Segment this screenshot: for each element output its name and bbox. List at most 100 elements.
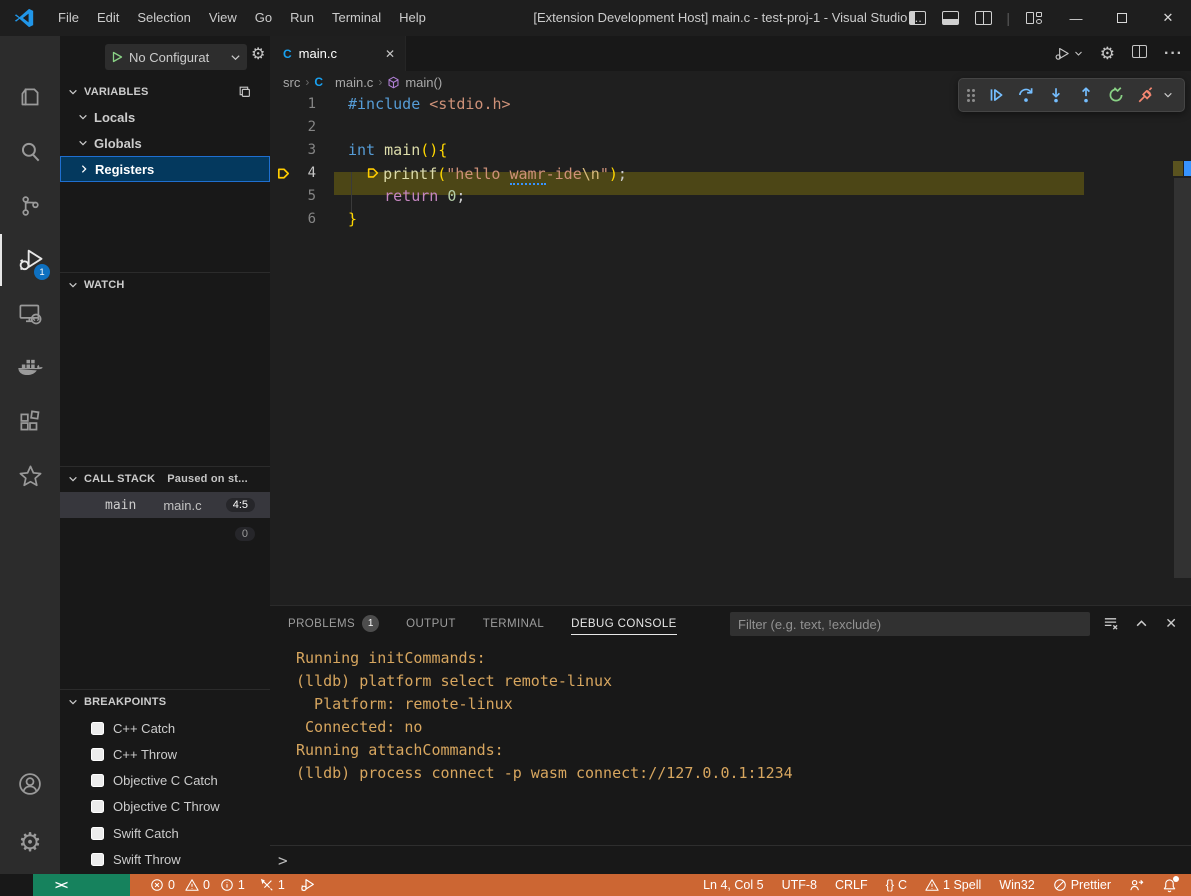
maximize-panel-icon[interactable] xyxy=(1135,617,1148,630)
drag-handle[interactable] xyxy=(967,89,975,102)
debug-console-output[interactable]: Running initCommands: (lldb) platform se… xyxy=(270,641,1191,846)
checkbox[interactable] xyxy=(91,853,104,866)
accounts-icon[interactable] xyxy=(0,758,60,810)
disconnect-icon[interactable] xyxy=(1133,82,1159,108)
customize-layout-icon[interactable] xyxy=(1026,11,1043,25)
scope-locals[interactable]: Locals xyxy=(60,104,270,130)
eol-indicator[interactable]: CRLF xyxy=(835,878,868,892)
debug-gear-icon[interactable]: ⚙ xyxy=(251,47,265,63)
clear-console-icon[interactable] xyxy=(1103,616,1118,631)
breakpoint-swift-throw[interactable]: Swift Throw xyxy=(60,846,270,872)
toolchain-indicator[interactable]: 1 xyxy=(260,878,285,892)
debug-config-dropdown[interactable]: No Configurat xyxy=(105,44,247,70)
problems-summary[interactable]: 0 0 1 xyxy=(150,878,245,892)
line-number[interactable]: 4 xyxy=(296,162,316,185)
docker-icon[interactable] xyxy=(0,342,60,394)
debug-current-line-arrow-icon[interactable] xyxy=(270,162,296,185)
breakpoint-swift-catch[interactable]: Swift Catch xyxy=(60,820,270,846)
menu-terminal[interactable]: Terminal xyxy=(323,0,390,36)
platform-indicator[interactable]: Win32 xyxy=(999,878,1034,892)
breadcrumb-file[interactable]: main.c xyxy=(335,75,373,90)
tab-close-icon[interactable]: ✕ xyxy=(385,47,395,61)
checkbox[interactable] xyxy=(91,774,104,787)
breakpoint-objc-catch[interactable]: Objective C Catch xyxy=(60,767,270,793)
step-over-icon[interactable] xyxy=(1013,82,1039,108)
formatter-status[interactable]: Prettier xyxy=(1053,878,1111,892)
menu-help[interactable]: Help xyxy=(390,0,435,36)
chevron-right-icon: › xyxy=(305,75,309,89)
debug-status-icon[interactable] xyxy=(300,877,316,893)
code-editor[interactable]: 1 #include <stdio.h> 2 3 int main(){ 4 p… xyxy=(270,93,1191,605)
feedback-icon[interactable] xyxy=(1129,878,1144,893)
menu-selection[interactable]: Selection xyxy=(128,0,199,36)
start-debug-icon[interactable] xyxy=(111,51,123,63)
debug-console-input[interactable]: > xyxy=(270,845,1191,874)
toggle-panel-icon[interactable] xyxy=(942,11,959,25)
vertical-scrollbar[interactable] xyxy=(1174,178,1191,578)
line-number[interactable]: 2 xyxy=(296,116,316,139)
copy-icon[interactable] xyxy=(238,85,252,99)
step-into-icon[interactable] xyxy=(1043,82,1069,108)
toggle-sidebar-icon[interactable] xyxy=(909,11,926,25)
run-or-debug-button[interactable] xyxy=(1054,45,1083,62)
minimize-button[interactable]: — xyxy=(1053,0,1099,36)
encoding-indicator[interactable]: UTF-8 xyxy=(782,878,817,892)
stack-frame-row[interactable]: main main.c 4:5 xyxy=(60,492,270,518)
menu-file[interactable]: File xyxy=(49,0,88,36)
more-actions-icon[interactable]: ··· xyxy=(1164,45,1183,63)
menu-edit[interactable]: Edit xyxy=(88,0,128,36)
checkbox[interactable] xyxy=(91,800,104,813)
restart-icon[interactable] xyxy=(1103,82,1129,108)
breadcrumb-symbol[interactable]: main() xyxy=(405,75,442,90)
settings-gear-icon[interactable]: ⚙ xyxy=(0,816,60,868)
console-filter-input[interactable] xyxy=(730,612,1090,636)
maximize-button[interactable] xyxy=(1099,0,1145,36)
chevron-down-icon[interactable] xyxy=(1163,90,1173,100)
explorer-icon[interactable] xyxy=(0,72,60,124)
call-stack-section-header[interactable]: CALL STACK Paused on st... xyxy=(60,466,270,490)
scope-globals[interactable]: Globals xyxy=(60,130,270,156)
split-editor-icon[interactable] xyxy=(1132,45,1147,63)
gear-icon[interactable]: ⚙ xyxy=(1100,45,1115,62)
line-number[interactable]: 5 xyxy=(296,185,316,208)
wamr-star-icon[interactable] xyxy=(0,450,60,502)
step-out-icon[interactable] xyxy=(1073,82,1099,108)
checkbox[interactable] xyxy=(91,722,104,735)
toggle-secondary-sidebar-icon[interactable] xyxy=(975,11,992,25)
language-mode[interactable]: {} C xyxy=(886,878,907,892)
notifications-bell-icon[interactable] xyxy=(1162,878,1177,893)
scope-registers[interactable]: Registers xyxy=(60,156,270,182)
tab-output[interactable]: OUTPUT xyxy=(406,618,456,630)
spell-checker-status[interactable]: 1 Spell xyxy=(925,878,981,892)
menu-go[interactable]: Go xyxy=(246,0,281,36)
tab-main-c[interactable]: C main.c ✕ xyxy=(270,36,406,71)
extensions-icon[interactable] xyxy=(0,396,60,448)
remote-explorer-icon[interactable] xyxy=(0,288,60,340)
console-line: Platform: remote-linux xyxy=(296,693,1191,716)
search-icon[interactable] xyxy=(0,126,60,178)
remote-indicator[interactable]: >< xyxy=(33,874,130,896)
tab-problems[interactable]: PROBLEMS 1 xyxy=(288,615,379,632)
variables-section-header[interactable]: VARIABLES xyxy=(60,80,270,104)
run-and-debug-icon[interactable]: 1 xyxy=(0,234,60,286)
menu-view[interactable]: View xyxy=(200,0,246,36)
watch-section-header[interactable]: WATCH xyxy=(60,272,270,296)
line-number[interactable]: 1 xyxy=(296,93,316,116)
breakpoints-section-header[interactable]: BREAKPOINTS xyxy=(60,689,270,713)
menu-run[interactable]: Run xyxy=(281,0,323,36)
breakpoint-cpp-catch[interactable]: C++ Catch xyxy=(60,715,270,741)
close-panel-icon[interactable]: ✕ xyxy=(1165,615,1177,632)
cursor-position[interactable]: Ln 4, Col 5 xyxy=(703,878,763,892)
checkbox[interactable] xyxy=(91,748,104,761)
line-number[interactable]: 3 xyxy=(296,139,316,162)
close-button[interactable]: ✕ xyxy=(1145,0,1191,36)
continue-icon[interactable] xyxy=(983,82,1009,108)
line-number[interactable]: 6 xyxy=(296,208,316,231)
breakpoint-cpp-throw[interactable]: C++ Throw xyxy=(60,741,270,767)
checkbox[interactable] xyxy=(91,827,104,840)
source-control-icon[interactable] xyxy=(0,180,60,232)
breadcrumb-folder[interactable]: src xyxy=(283,75,300,90)
breakpoint-objc-throw[interactable]: Objective C Throw xyxy=(60,793,270,819)
tab-debug-console[interactable]: DEBUG CONSOLE xyxy=(571,618,677,630)
tab-terminal[interactable]: TERMINAL xyxy=(483,618,544,630)
